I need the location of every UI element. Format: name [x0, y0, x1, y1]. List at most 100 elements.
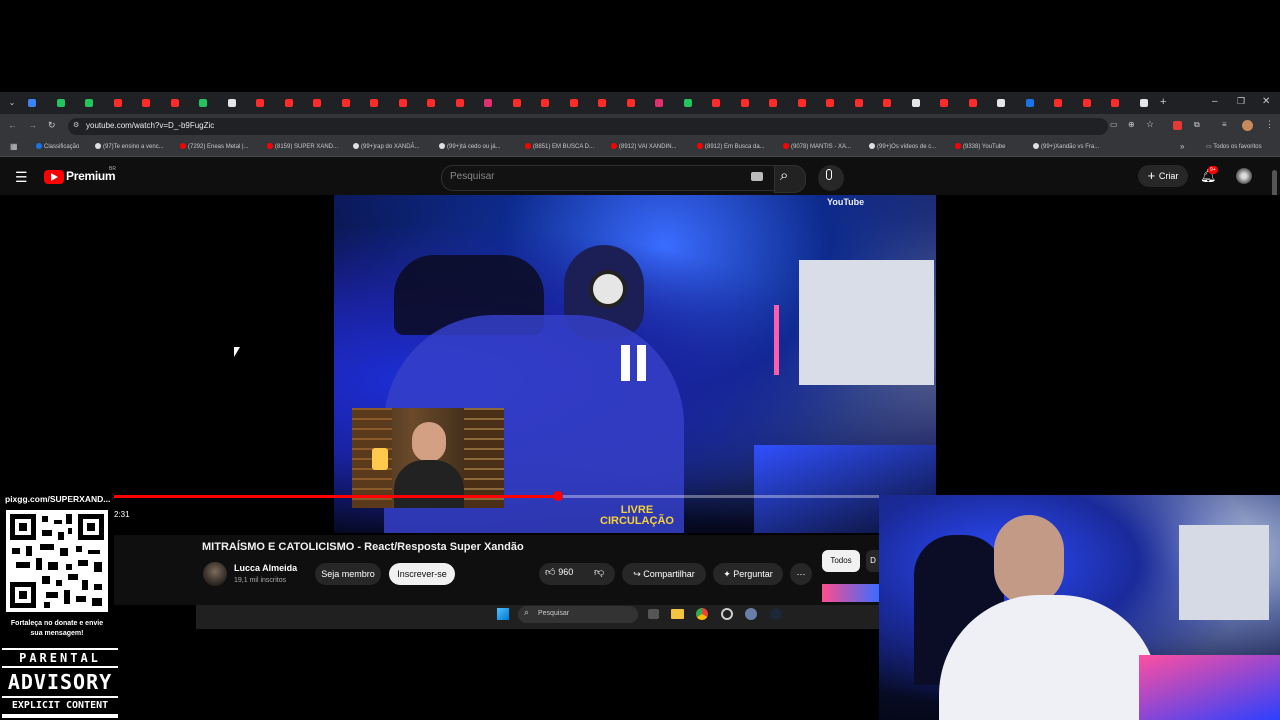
browser-tab[interactable] [313, 99, 321, 107]
browser-tab[interactable] [968, 99, 977, 107]
browser-tab[interactable] [997, 99, 1005, 107]
media-icon[interactable]: ≡ [1222, 120, 1227, 129]
address-bar[interactable] [68, 118, 1108, 135]
join-button[interactable]: Seja membro [315, 563, 381, 585]
progress-scrubber[interactable] [553, 491, 563, 501]
browser-tab[interactable] [655, 99, 663, 107]
minimize-icon[interactable]: – [1212, 96, 1218, 107]
chip-next[interactable]: D [866, 550, 880, 572]
tab-search-icon[interactable]: ⌄ [6, 97, 18, 109]
browser-tab[interactable] [142, 99, 150, 107]
dislike-icon[interactable]: 👎︎ [594, 566, 604, 578]
browser-tab[interactable] [28, 99, 36, 107]
browser-tab[interactable] [911, 99, 920, 107]
close-window-icon[interactable]: ✕ [1262, 96, 1270, 107]
extensions-icon[interactable]: ⧉ [1194, 120, 1200, 130]
chip-all[interactable]: Todos [822, 550, 860, 572]
settings-icon[interactable] [745, 608, 757, 620]
browser-tab[interactable] [484, 99, 492, 107]
file-explorer-icon[interactable] [671, 609, 684, 619]
like-button[interactable]: 👍︎ 960 [545, 566, 573, 578]
browser-tab[interactable] [1111, 99, 1119, 107]
bookmark-item[interactable]: (9338) YouTube [955, 143, 1005, 150]
bookmark-item[interactable]: (8912) VAI XANDIN... [611, 143, 677, 150]
browser-tab[interactable] [113, 99, 122, 107]
chrome-icon[interactable] [696, 608, 708, 620]
browser-tab[interactable] [683, 99, 692, 107]
extension-icon[interactable] [1173, 121, 1182, 130]
keyboard-icon[interactable] [751, 172, 763, 181]
cast-icon[interactable]: ▭ [1110, 120, 1118, 129]
ask-button[interactable]: ✦ Perguntar [713, 563, 783, 585]
create-button[interactable]: + Criar [1138, 165, 1188, 187]
bookmark-item[interactable]: (8912) Em Busca da... [697, 143, 765, 150]
bookmark-item[interactable]: (99+)rap do XANDÃ... [353, 143, 420, 150]
zoom-icon[interactable]: ⊕ [1128, 120, 1135, 129]
browser-tab[interactable] [170, 99, 179, 107]
bookmark-star-icon[interactable]: ☆ [1146, 119, 1154, 130]
browser-tab[interactable] [199, 99, 207, 107]
browser-tab[interactable] [541, 99, 549, 107]
task-view-icon[interactable] [648, 609, 659, 619]
browser-tab[interactable] [1082, 99, 1091, 107]
menu-icon[interactable]: ☰ [15, 169, 28, 186]
browser-tab[interactable] [427, 99, 435, 107]
reload-icon[interactable]: ↻ [48, 120, 56, 131]
search-button[interactable] [774, 165, 806, 193]
picture-in-picture-video[interactable] [352, 408, 504, 508]
browser-tab[interactable] [341, 99, 350, 107]
browser-tab[interactable] [227, 99, 236, 107]
steam-icon[interactable] [770, 608, 782, 620]
browser-tab[interactable] [398, 99, 407, 107]
bookmark-item[interactable]: (97)Te ensino a venc... [95, 143, 164, 150]
bookmark-item[interactable]: (99+)tá cedo ou já... [439, 143, 501, 150]
bookmark-item[interactable]: (99+)Os vídeos de c... [869, 143, 936, 150]
browser-tab[interactable] [569, 99, 578, 107]
profile-avatar[interactable] [1242, 120, 1253, 131]
taskbar-search[interactable] [518, 606, 638, 623]
bookmark-item[interactable]: Classificação [36, 143, 79, 150]
recommended-thumbnail[interactable] [822, 584, 879, 602]
browser-tab[interactable] [1139, 99, 1148, 107]
youtube-logo-text[interactable]: Premium [66, 169, 116, 183]
browser-tab[interactable] [769, 99, 777, 107]
browser-tab[interactable] [854, 99, 863, 107]
browser-tab[interactable] [826, 99, 834, 107]
bookmark-item[interactable]: (9078) MANTIS - XA... [783, 143, 851, 150]
browser-tab[interactable] [512, 99, 521, 107]
search-input[interactable]: Pesquisar [450, 171, 494, 182]
channel-avatar[interactable] [203, 562, 227, 586]
browser-menu-icon[interactable]: ⋮ [1265, 119, 1274, 130]
share-button[interactable]: ↪ Compartilhar [622, 563, 706, 585]
browser-tab[interactable] [56, 99, 65, 107]
pause-icon[interactable] [621, 345, 647, 381]
new-tab-icon[interactable]: + [1160, 96, 1166, 108]
browser-tab[interactable] [370, 99, 378, 107]
taskbar-search-input[interactable]: Pesquisar [538, 610, 569, 617]
browser-tab[interactable] [940, 99, 948, 107]
start-icon[interactable] [497, 608, 509, 620]
browser-tab[interactable] [797, 99, 806, 107]
bookmark-item[interactable]: (8851) EM BUSCA D... [525, 143, 594, 150]
youtube-logo-icon[interactable] [44, 170, 64, 184]
video-progress-bar[interactable] [114, 495, 558, 498]
browser-tab[interactable] [598, 99, 606, 107]
browser-tab[interactable] [883, 99, 891, 107]
browser-tab[interactable] [284, 99, 293, 107]
bookmark-item[interactable]: (7292) Eneas Metal |... [180, 143, 249, 150]
browser-tab[interactable] [712, 99, 720, 107]
account-avatar[interactable] [1236, 168, 1252, 184]
browser-tab[interactable] [1054, 99, 1062, 107]
browser-tab[interactable] [256, 99, 264, 107]
more-bookmarks-icon[interactable]: » [1180, 142, 1184, 151]
browser-tab[interactable] [455, 99, 464, 107]
apps-grid-icon[interactable]: ▦ [10, 142, 18, 151]
more-actions-icon[interactable]: ⋯ [790, 563, 812, 585]
back-icon[interactable]: ← [8, 120, 17, 130]
bookmark-item[interactable]: (99+)Xandão vs Fra... [1033, 143, 1099, 150]
maximize-icon[interactable]: ❐ [1237, 96, 1245, 107]
browser-tab[interactable] [626, 99, 635, 107]
site-info-icon[interactable]: ⚙ [73, 121, 79, 129]
forward-icon[interactable]: → [28, 120, 37, 130]
all-bookmarks-folder[interactable]: ▭ Todos os favoritos [1206, 143, 1262, 150]
